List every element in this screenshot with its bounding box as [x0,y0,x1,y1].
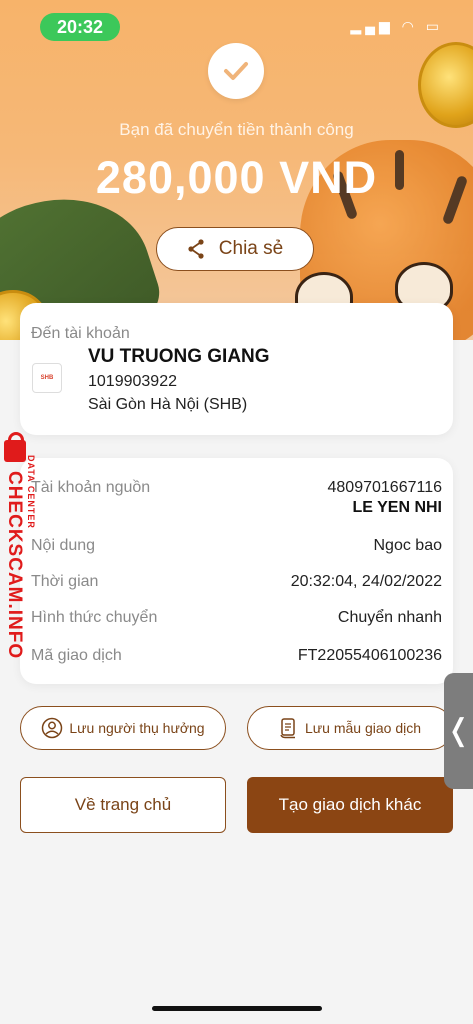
user-icon [42,717,63,739]
share-icon [188,239,204,259]
side-drawer-handle[interactable]: ❬ [444,673,473,789]
detail-value: 4809701667116 [327,479,443,496]
watermark: DATA CENTER CHECKSCAM.INFO [2,432,54,670]
watermark-subtext: DATA CENTER [26,455,36,529]
document-icon [280,718,295,739]
battery-icon: ▭ [425,18,443,34]
detail-value: 20:32:04, 24/02/2022 [290,573,442,590]
to-account-label: Đến tài khoản [31,325,130,342]
recipient-account-number: 1019903922 [88,373,177,390]
recipient-name: VU TRUONG GIANG [88,346,270,367]
save-template-label: Lưu mẫu giao dịch [305,720,421,736]
lock-icon [4,432,26,462]
recipient-bank: Sài Gòn Hà Nội (SHB) [88,396,248,413]
watermark-text: CHECKSCAM.INFO [4,471,25,660]
success-check-icon [208,43,264,99]
save-beneficiary-label: Lưu người thụ hưởng [69,720,205,736]
new-transaction-button[interactable]: Tạo giao dịch khác [247,777,453,833]
status-time: 20:32 [40,13,120,41]
source-account-holder: LE YEN NHI [352,499,443,516]
success-message: Bạn đã chuyển tiền thành công [119,120,354,139]
detail-value: FT22055406100236 [297,647,442,664]
status-icons: ▂▄▆ ◠ ▭ [350,18,443,35]
signal-icon: ▂▄▆ [350,18,394,34]
recipient-card: Đến tài khoản VU TRUONG GIANG 1019903922… [20,303,453,435]
detail-value: Ngoc bao [373,537,443,554]
wifi-icon: ◠ [401,18,418,34]
gold-coin-decoration [418,42,473,128]
save-beneficiary-button[interactable]: Lưu người thụ hưởng [20,706,226,750]
bank-logo-icon: SHB [32,363,62,393]
home-button[interactable]: Về trang chủ [20,777,226,833]
transaction-details-card: Tài khoản nguồn 4809701667116 LE YEN NHI… [20,458,453,684]
share-label: Chia sẻ [218,238,284,259]
detail-value: Chuyển nhanh [337,609,442,626]
save-template-button[interactable]: Lưu mẫu giao dịch [247,706,453,750]
share-button[interactable]: Chia sẻ [156,227,314,271]
transfer-amount: 280,000 VND [95,152,378,203]
home-indicator[interactable] [152,1006,322,1011]
